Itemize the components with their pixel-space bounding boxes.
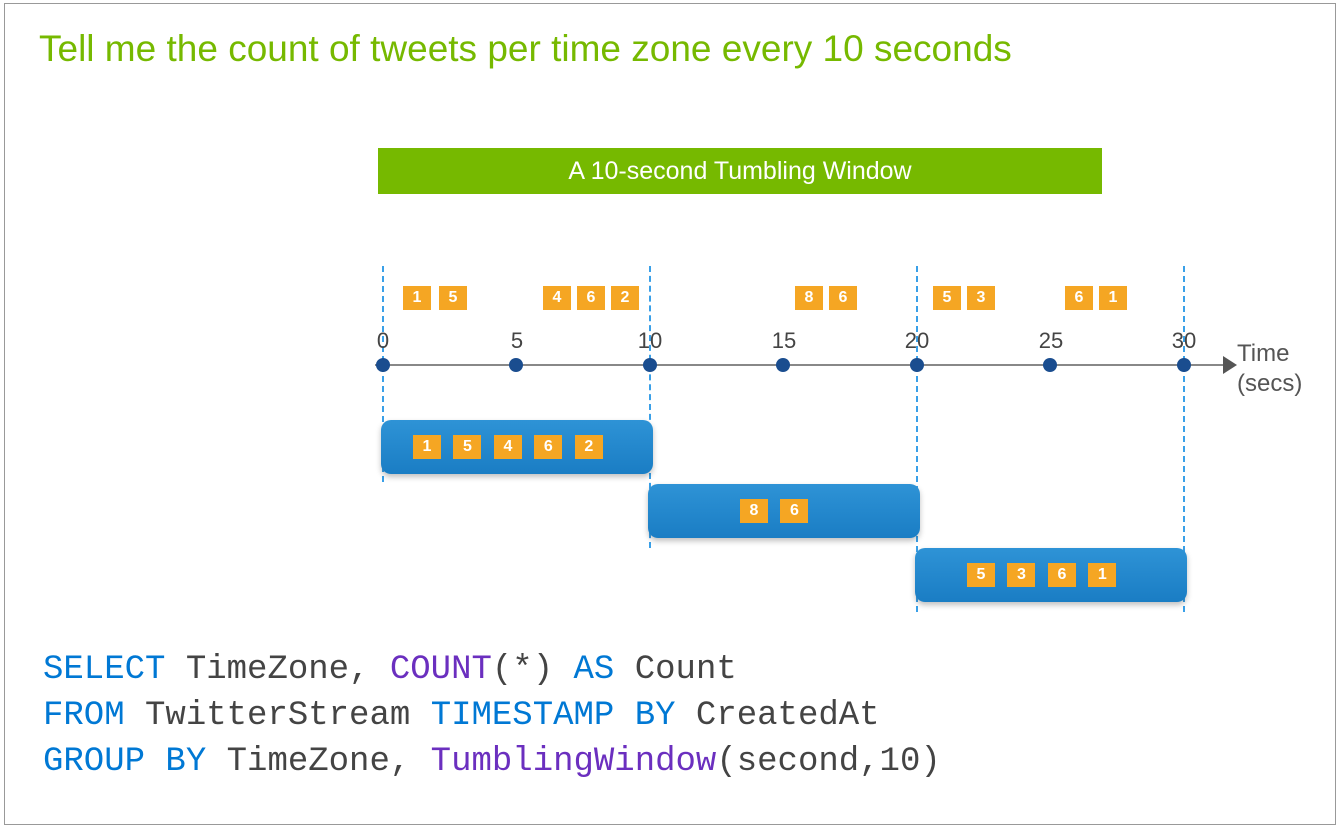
event-box: 5 xyxy=(933,286,961,310)
window-event: 4 xyxy=(494,435,522,459)
tick-dot xyxy=(376,358,390,372)
tick-dot xyxy=(1043,358,1057,372)
window-result-1: 1 5 4 6 2 xyxy=(381,420,653,474)
tick-label: 10 xyxy=(630,328,670,354)
axis-title-time: Time xyxy=(1237,340,1289,368)
sql-function: COUNT xyxy=(390,651,492,689)
sql-keyword: FROM xyxy=(43,697,125,735)
tick-dot xyxy=(776,358,790,372)
window-event: 5 xyxy=(967,563,995,587)
sql-keyword: TIMESTAMP BY xyxy=(431,697,676,735)
window-event: 2 xyxy=(575,435,603,459)
sql-keyword: SELECT xyxy=(43,651,165,689)
time-axis xyxy=(375,364,1225,366)
axis-title-secs: (secs) xyxy=(1237,370,1302,398)
tick-label: 0 xyxy=(363,328,403,354)
window-event: 8 xyxy=(740,499,768,523)
sql-text: (*) xyxy=(492,651,574,689)
event-box: 3 xyxy=(967,286,995,310)
sql-line-1: SELECT TimeZone, COUNT(*) AS Count xyxy=(43,648,941,694)
sql-text: Count xyxy=(614,651,736,689)
window-event: 6 xyxy=(780,499,808,523)
window-banner: A 10-second Tumbling Window xyxy=(378,148,1102,194)
sql-keyword: AS xyxy=(574,651,615,689)
sql-line-2: FROM TwitterStream TIMESTAMP BY CreatedA… xyxy=(43,694,941,740)
window-event: 1 xyxy=(413,435,441,459)
event-box: 6 xyxy=(1065,286,1093,310)
sql-text: CreatedAt xyxy=(676,697,880,735)
event-box: 1 xyxy=(403,286,431,310)
tick-label: 20 xyxy=(897,328,937,354)
window-result-3: 5 3 6 1 xyxy=(915,548,1187,602)
tick-label: 25 xyxy=(1031,328,1071,354)
tick-label: 15 xyxy=(764,328,804,354)
sql-line-3: GROUP BY TimeZone, TumblingWindow(second… xyxy=(43,740,941,786)
window-event: 1 xyxy=(1088,563,1116,587)
diagram-frame: Tell me the count of tweets per time zon… xyxy=(4,3,1336,825)
window-event: 5 xyxy=(453,435,481,459)
tick-dot xyxy=(643,358,657,372)
event-box: 5 xyxy=(439,286,467,310)
window-event: 6 xyxy=(1048,563,1076,587)
diagram-title: Tell me the count of tweets per time zon… xyxy=(39,28,1012,70)
event-box: 8 xyxy=(795,286,823,310)
sql-query: SELECT TimeZone, COUNT(*) AS Count FROM … xyxy=(43,648,941,786)
window-result-2: 8 6 xyxy=(648,484,920,538)
tick-dot xyxy=(1177,358,1191,372)
sql-text: TwitterStream xyxy=(125,697,431,735)
sql-keyword: GROUP BY xyxy=(43,743,206,781)
sql-text: TimeZone, xyxy=(165,651,389,689)
tick-dot xyxy=(910,358,924,372)
event-box: 2 xyxy=(611,286,639,310)
sql-text: (second,10) xyxy=(716,743,940,781)
window-event: 6 xyxy=(534,435,562,459)
event-box: 6 xyxy=(577,286,605,310)
event-box: 4 xyxy=(543,286,571,310)
sql-text: TimeZone, xyxy=(206,743,430,781)
tick-label: 30 xyxy=(1164,328,1204,354)
axis-arrow-icon xyxy=(1223,356,1237,374)
tick-dot xyxy=(509,358,523,372)
event-box: 1 xyxy=(1099,286,1127,310)
sql-function: TumblingWindow xyxy=(431,743,717,781)
window-event: 3 xyxy=(1007,563,1035,587)
tick-label: 5 xyxy=(497,328,537,354)
event-box: 6 xyxy=(829,286,857,310)
